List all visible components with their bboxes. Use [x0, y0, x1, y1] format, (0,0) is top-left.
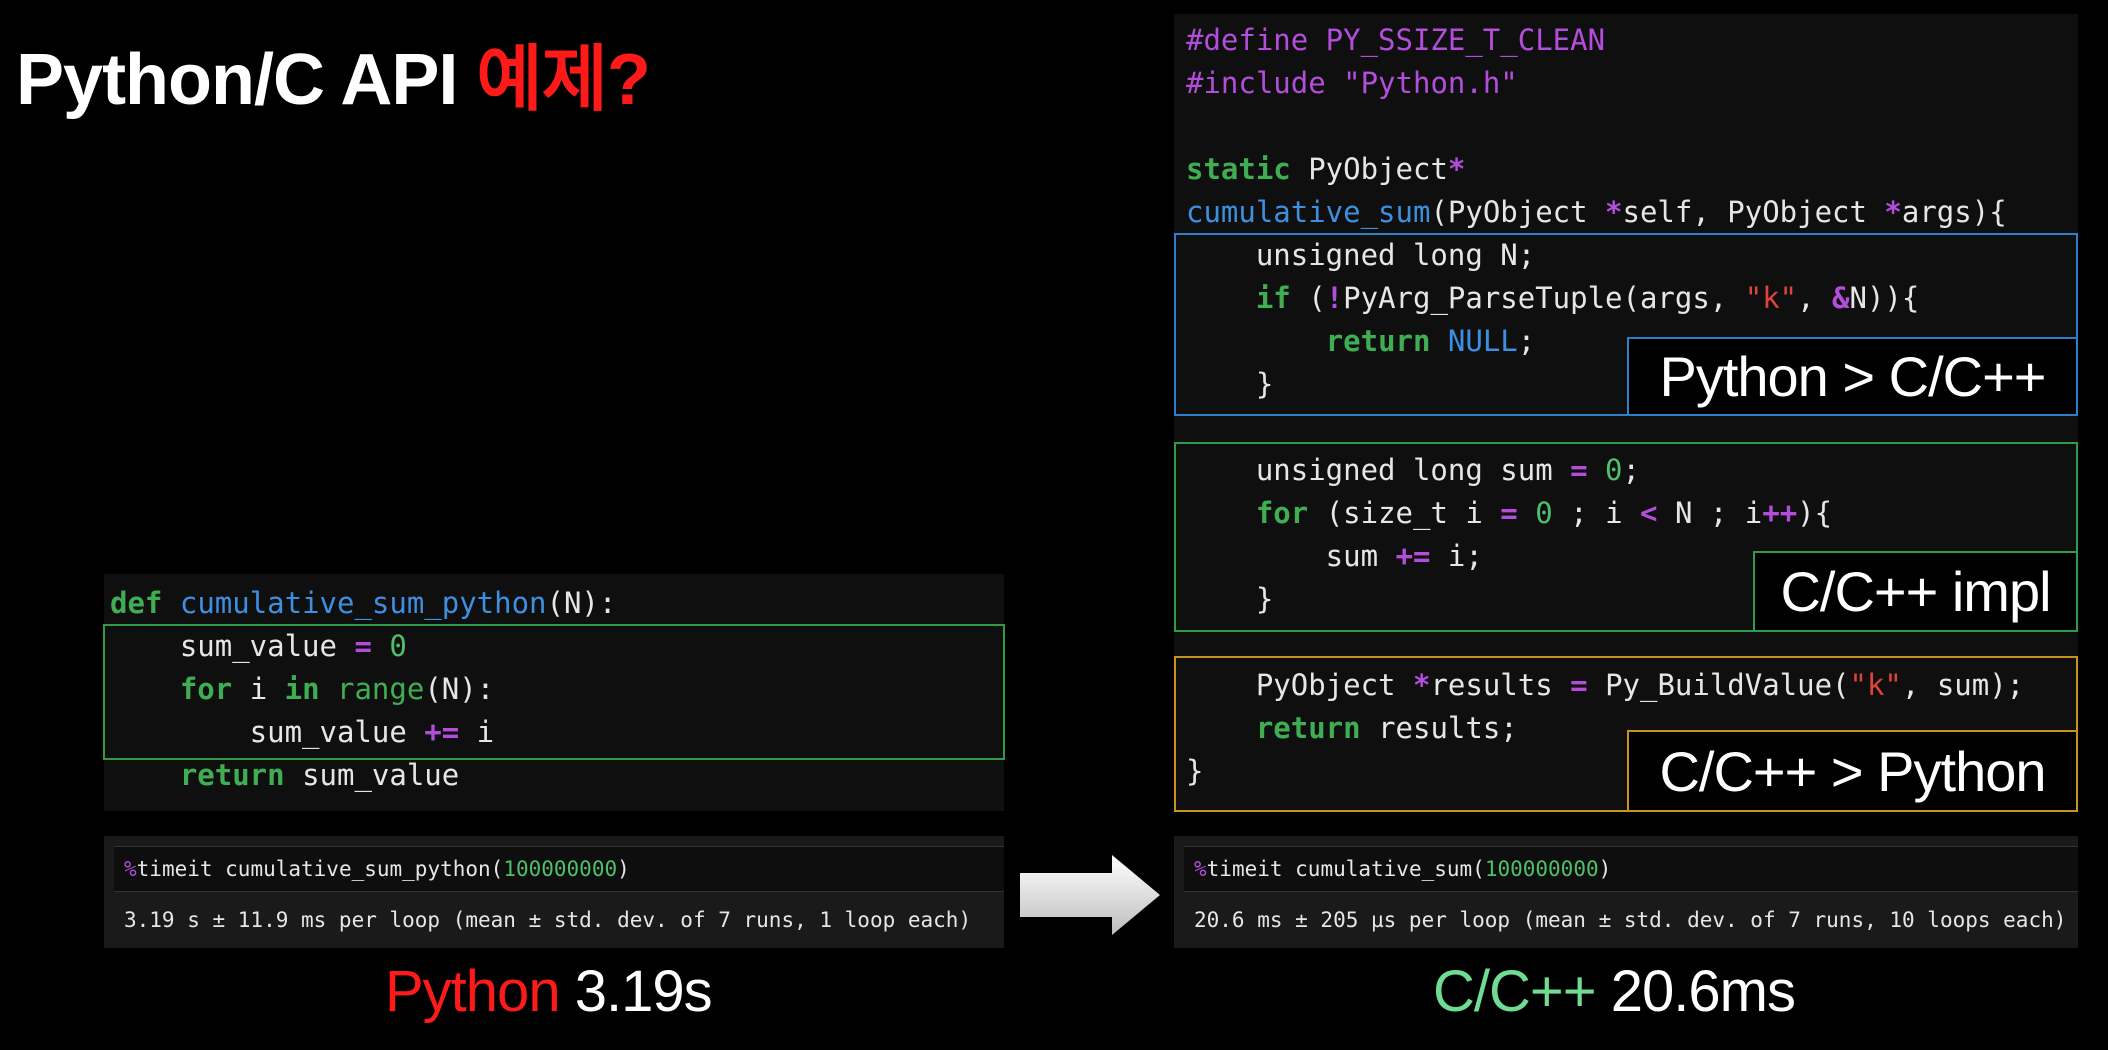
command-text: timeit cumulative_sum(: [1206, 857, 1485, 881]
timeit-python-output: 3.19 s ± 11.9 ms per loop (mean ± std. d…: [124, 908, 972, 932]
code-token: (N):: [546, 586, 617, 620]
title-highlight: 예제?: [476, 40, 650, 120]
code-token: #define PY_SSIZE_T_CLEAN: [1186, 23, 1606, 57]
code-line: static PyObject*: [1186, 148, 2078, 191]
c-result-lang: C/C++: [1433, 959, 1597, 1024]
code-token: *: [1605, 195, 1623, 229]
right-arrow-icon: [1020, 855, 1160, 935]
code-line: return sum_value: [110, 754, 1004, 797]
command-number: 100000000: [503, 857, 618, 881]
code-token: args){: [1901, 195, 2007, 229]
code-token: *: [1884, 195, 1902, 229]
label-py-to-c: Python > C/C++: [1627, 337, 2078, 416]
code-token: #include: [1186, 66, 1344, 100]
timeit-c-output: 20.6 ms ± 205 µs per loop (mean ± std. d…: [1194, 908, 2067, 932]
code-token: (PyObject: [1430, 195, 1606, 229]
magic-prefix: %: [1194, 857, 1207, 881]
command-text: timeit cumulative_sum_python(: [136, 857, 504, 881]
timeit-c-cell: %timeit cumulative_sum(100000000) 20.6 m…: [1174, 836, 2078, 948]
title-text: Python/C API: [16, 40, 477, 120]
code-token: static: [1186, 152, 1291, 186]
code-token: "Python.h": [1343, 66, 1518, 100]
timeit-c-command: %timeit cumulative_sum(100000000): [1184, 846, 2078, 892]
code-token: cumulative_sum_python: [179, 586, 547, 620]
command-number: 100000000: [1484, 857, 1599, 881]
code-token: def: [110, 586, 163, 620]
code-token: cumulative_sum: [1186, 195, 1431, 229]
python-result-time: 3.19s: [559, 959, 713, 1024]
page-title: Python/C API 예제?: [16, 20, 651, 125]
code-line: #include "Python.h": [1186, 62, 2078, 105]
command-suffix: ): [617, 857, 630, 881]
code-line: def cumulative_sum_python(N):: [110, 582, 1004, 625]
code-token: return: [179, 758, 285, 792]
code-line: cumulative_sum(PyObject *self, PyObject …: [1186, 191, 2078, 234]
timeit-python-cell: %timeit cumulative_sum_python(100000000)…: [104, 836, 1004, 948]
code-token: sum_value: [284, 758, 460, 792]
magic-prefix: %: [124, 857, 137, 881]
c-result-time: 20.6ms: [1595, 959, 1796, 1024]
label-c-to-py: C/C++ > Python: [1627, 730, 2078, 812]
timeit-python-command: %timeit cumulative_sum_python(100000000): [114, 846, 1004, 892]
code-token: PyObject: [1290, 152, 1448, 186]
c-result: C/C++ 20.6ms: [1433, 958, 1796, 1025]
python-loop-highlight-box: [103, 624, 1005, 760]
command-suffix: ): [1598, 857, 1612, 881]
code-token: *: [1447, 152, 1466, 186]
code-token: self, PyObject: [1622, 195, 1885, 229]
python-result-lang: Python: [385, 959, 561, 1024]
code-line: #define PY_SSIZE_T_CLEAN: [1186, 19, 2078, 62]
python-result: Python 3.19s: [385, 958, 713, 1025]
label-impl: C/C++ impl: [1753, 551, 2078, 632]
